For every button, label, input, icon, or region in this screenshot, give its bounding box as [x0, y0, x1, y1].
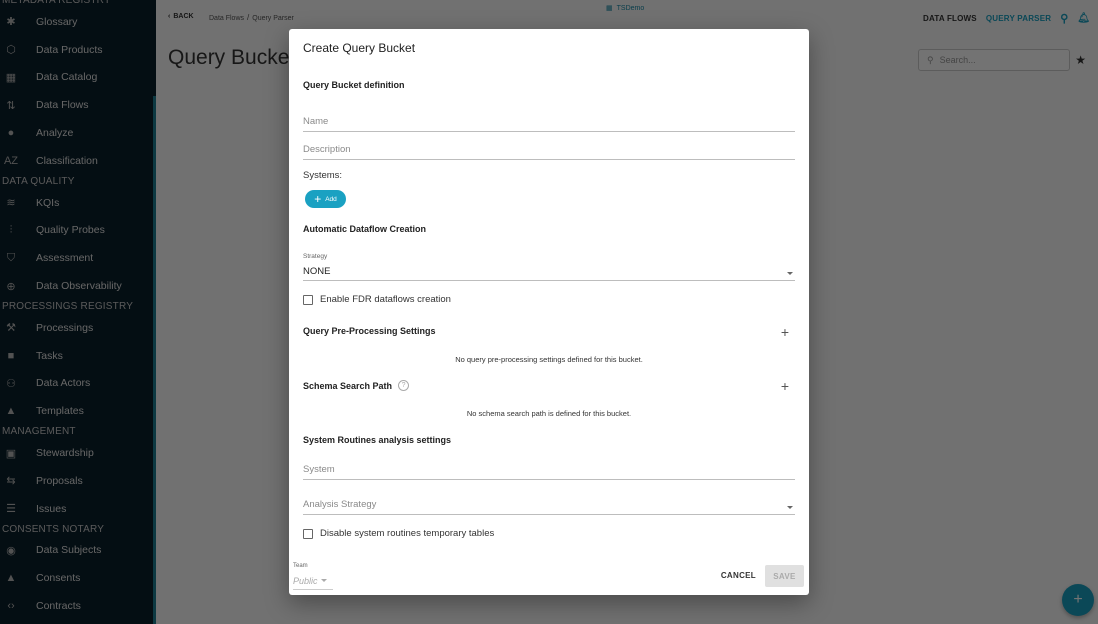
add-schema-path-button[interactable]: + — [781, 379, 789, 393]
strategy-select[interactable]: NONE — [303, 261, 795, 281]
schema-empty-message: No schema search path is defined for thi… — [466, 409, 632, 418]
systems-label: Systems: — [303, 170, 343, 181]
save-button[interactable]: SAVE — [765, 565, 804, 587]
plus-icon: + — [314, 191, 322, 206]
preprocessing-heading: Query Pre-Processing Settings — [303, 326, 436, 336]
temp-tables-checkbox[interactable] — [303, 528, 313, 539]
schema-search-heading: Schema Search Path ? — [303, 380, 410, 391]
create-query-bucket-dialog: Create Query Bucket Query Bucket definit… — [289, 29, 809, 595]
add-preprocessing-button[interactable]: + — [781, 325, 789, 339]
routines-heading: System Routines analysis settings — [303, 435, 452, 445]
temp-tables-checkbox-row[interactable]: Disable system routines temporary tables — [303, 528, 494, 539]
fdr-checkbox[interactable] — [303, 294, 313, 305]
cancel-button[interactable]: CANCEL — [721, 571, 756, 580]
auto-dataflow-heading: Automatic Dataflow Creation — [303, 224, 427, 234]
dropdown-caret-icon — [787, 272, 793, 275]
team-select[interactable]: Public — [293, 572, 333, 590]
add-system-button[interactable]: + Add — [305, 190, 346, 208]
system-input[interactable]: System — [303, 460, 795, 480]
fdr-checkbox-row[interactable]: Enable FDR dataflows creation — [303, 294, 451, 305]
preprocessing-empty-message: No query pre-processing settings defined… — [455, 355, 643, 364]
definition-heading: Query Bucket definition — [303, 80, 405, 90]
analysis-strategy-select[interactable]: Analysis Strategy — [303, 495, 795, 515]
dialog-title: Create Query Bucket — [303, 41, 416, 55]
help-icon[interactable]: ? — [398, 380, 410, 391]
strategy-label: Strategy — [303, 253, 328, 260]
dropdown-caret-icon — [787, 506, 793, 509]
dropdown-caret-icon — [320, 579, 327, 582]
team-label: Team — [293, 563, 308, 569]
name-input[interactable]: Name — [303, 112, 795, 132]
description-input[interactable]: Description — [303, 140, 795, 160]
